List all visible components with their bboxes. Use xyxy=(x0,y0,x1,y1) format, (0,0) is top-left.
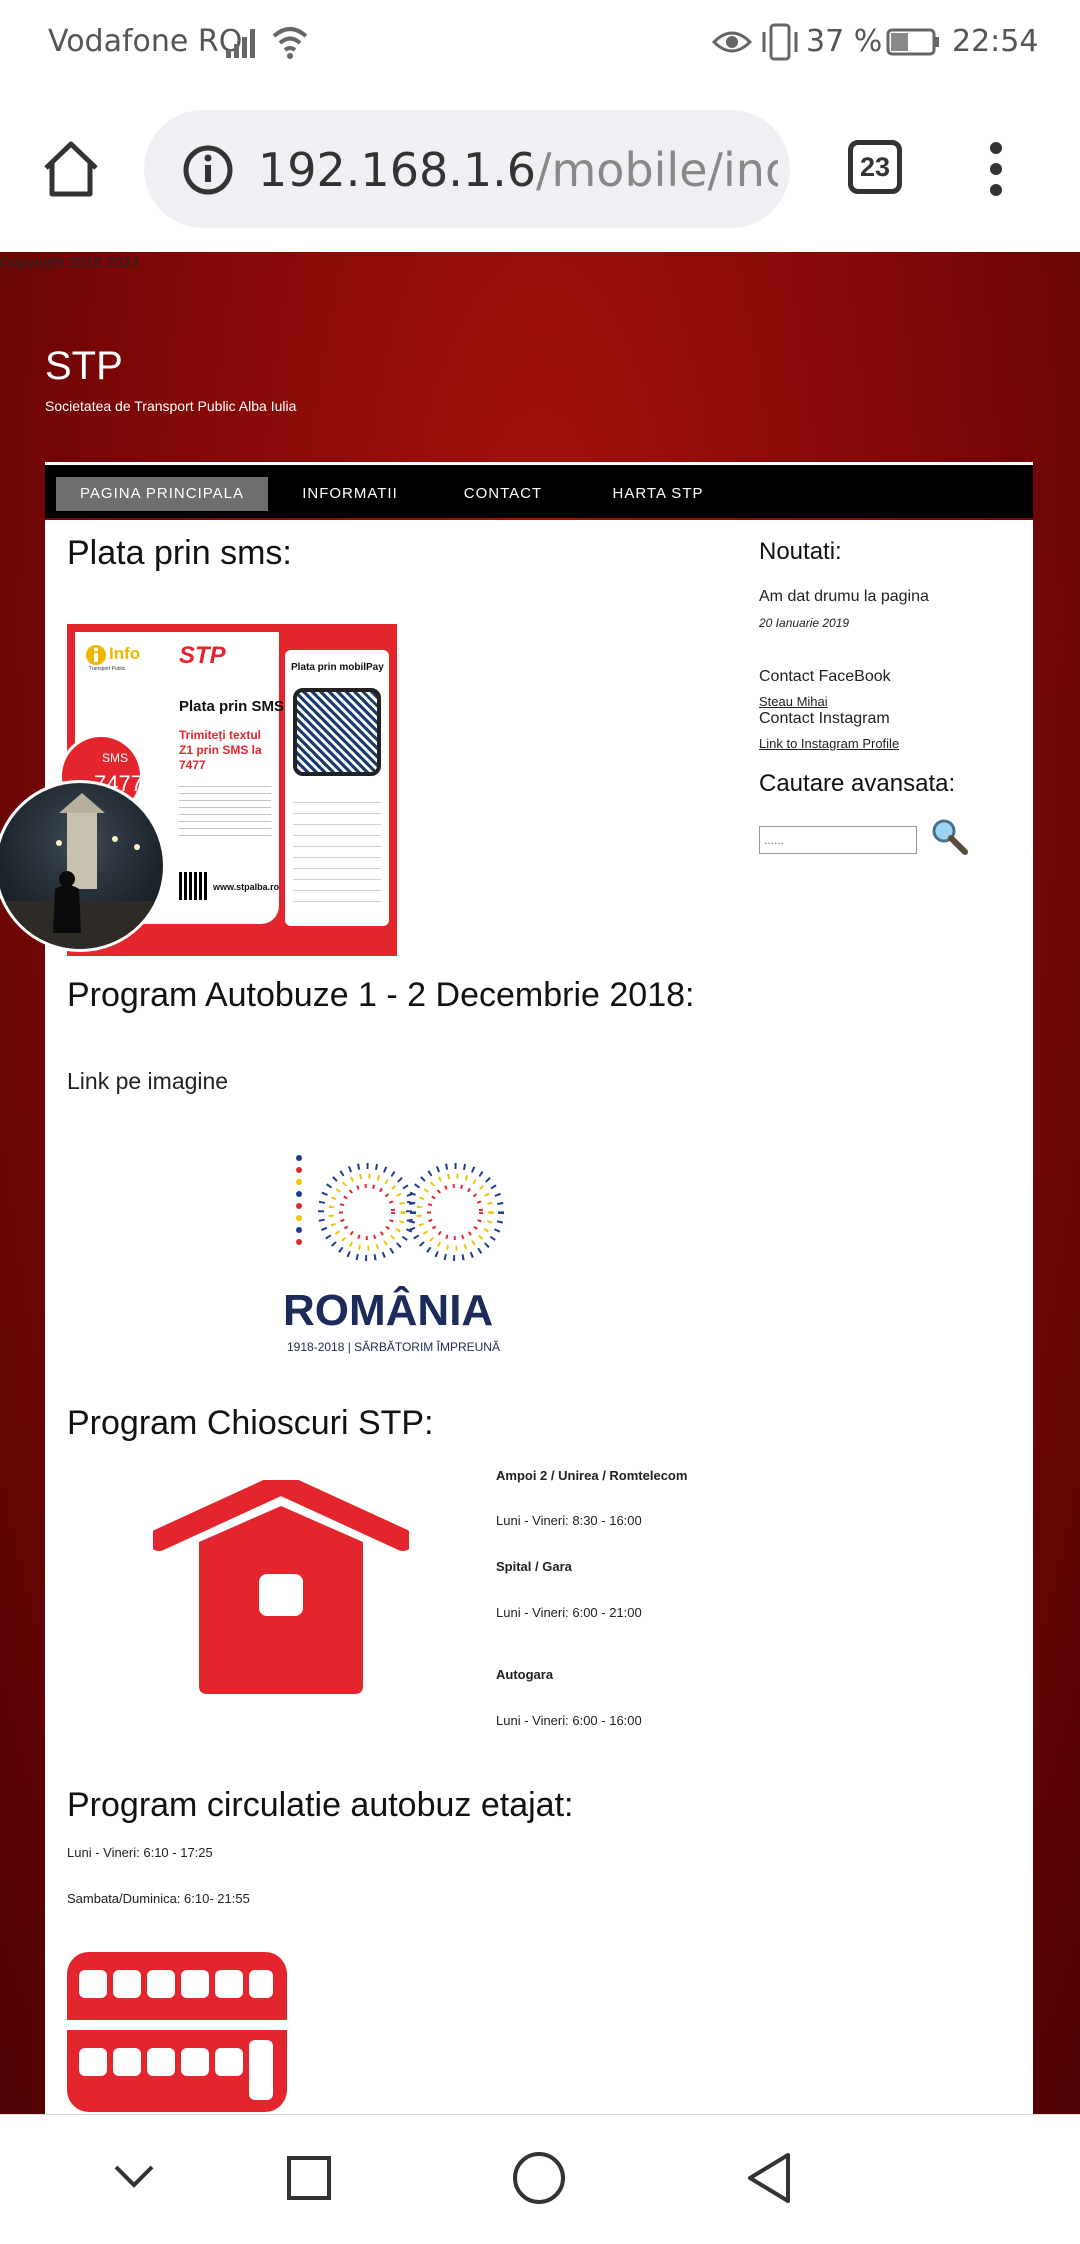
sms-image-title: Plata prin SMS xyxy=(179,698,285,715)
news-title: Noutati: xyxy=(759,538,842,565)
content-area: Plata prin sms: Info Transport Public ST… xyxy=(45,520,1033,2114)
nav-item-map[interactable]: HARTA STP xyxy=(602,477,714,511)
info-logo-icon xyxy=(86,645,106,665)
sms-steps-text xyxy=(179,780,271,842)
site-subtitle: Societatea de Transport Public Alba Iuli… xyxy=(45,398,297,414)
tabs-button[interactable]: 23 xyxy=(848,140,902,194)
sms-heading: Plata prin sms: xyxy=(67,534,292,572)
eye-comfort-icon xyxy=(712,31,752,53)
home-icon[interactable] xyxy=(40,138,102,200)
info-brand-sub: Transport Public xyxy=(89,666,126,672)
news-item: Am dat drumu la pagina xyxy=(759,588,929,605)
mobilpay-panel: Plata prin mobilPay xyxy=(285,650,389,926)
kiosk-name-1: Ampoi 2 / Unirea / Romtelecom xyxy=(496,1468,688,1483)
url-host: 192.168.1.6 xyxy=(258,144,536,196)
sms-label: SMS xyxy=(102,751,129,765)
home-circle-icon[interactable] xyxy=(512,2151,566,2205)
back-icon[interactable] xyxy=(744,2151,794,2205)
info-icon[interactable] xyxy=(182,144,234,196)
mobilpay-steps-text xyxy=(293,792,381,902)
search-input[interactable] xyxy=(759,826,917,854)
stp-brand: STP xyxy=(179,642,226,669)
program-heading: Program Autobuze 1 - 2 Decembrie 2018: xyxy=(67,976,695,1014)
web-page: Copyright 2019 2023 STP Societatea de Tr… xyxy=(0,252,1080,2114)
instagram-link[interactable]: Link to Instagram Profile xyxy=(759,736,899,751)
status-bar: Vodafone RO 37 % 22:54 xyxy=(0,0,1080,86)
romania-100-logo-icon xyxy=(296,1155,504,1261)
romania-tagline: 1918-2018 | SĂRBĂTORIM ÎMPREUNĂ xyxy=(287,1340,500,1354)
battery-percent: 37 % xyxy=(806,24,883,59)
nav-item-home[interactable]: PAGINA PRINCIPALA xyxy=(56,477,268,511)
site-title[interactable]: STP xyxy=(45,344,123,389)
info-brand: Info xyxy=(109,644,141,663)
romania-word: ROMÂNIA xyxy=(283,1286,494,1335)
kiosk-hours-1: Luni - Vineri: 8:30 - 16:00 xyxy=(496,1513,642,1528)
kiosk-hours-3: Luni - Vineri: 6:00 - 16:00 xyxy=(496,1713,642,1728)
main-nav: PAGINA PRINCIPALA INFORMATII CONTACT HAR… xyxy=(45,462,1033,518)
nav-item-info[interactable]: INFORMATII xyxy=(295,477,405,511)
avatar[interactable] xyxy=(0,780,166,952)
battery-icon xyxy=(886,28,939,56)
kiosk-hours-2: Luni - Vineri: 6:00 - 21:00 xyxy=(496,1605,642,1620)
sms-website: www.stpalba.ro xyxy=(213,882,280,892)
search-icon[interactable] xyxy=(929,816,969,856)
small-qr-code xyxy=(179,872,207,900)
collapse-icon[interactable] xyxy=(112,2161,156,2191)
image-link-text: Link pe imagine xyxy=(67,1068,229,1094)
nav-item-contact[interactable]: CONTACT xyxy=(455,477,551,511)
bus-hours-weekend: Sambata/Duminica: 6:10- 21:55 xyxy=(67,1891,250,1906)
wifi-icon xyxy=(272,27,308,59)
browser-toolbar: 192.168.1.6/mobile/ind 23 xyxy=(0,86,1080,252)
system-nav-bar xyxy=(0,2114,1080,2244)
double-decker-bus-icon xyxy=(67,1952,287,2112)
contact-instagram-label: Contact Instagram xyxy=(759,710,890,727)
kiosk-name-2: Spital / Gara xyxy=(496,1559,572,1574)
avatar-photo-icon xyxy=(0,793,163,949)
kiosk-heading: Program Chioscuri STP: xyxy=(67,1404,434,1442)
url-text[interactable]: 192.168.1.6/mobile/ind xyxy=(258,144,778,196)
mobilpay-qr-code xyxy=(293,688,381,776)
facebook-link[interactable]: Steau Mihai xyxy=(759,694,828,709)
romania-100-image[interactable]: 100 ROMÂNIA 1918-2018 | SĂRBĂTORIM ÎMPRE… xyxy=(283,1140,513,1372)
advanced-search-title: Cautare avansata: xyxy=(759,770,956,797)
contact-facebook-label: Contact FaceBook xyxy=(759,668,891,685)
vibrate-icon xyxy=(762,23,798,61)
clock: 22:54 xyxy=(952,24,1039,59)
news-date: 20 Ianuarie 2019 xyxy=(759,616,850,630)
bus-hours-weekday: Luni - Vineri: 6:10 - 17:25 xyxy=(67,1845,213,1860)
top-note: Copyright 2019 2023 xyxy=(0,254,140,271)
mobilpay-title: Plata prin mobilPay xyxy=(291,662,384,673)
address-bar[interactable]: 192.168.1.6/mobile/ind xyxy=(144,110,790,228)
kiosk-house-icon xyxy=(153,1480,409,1694)
menu-icon[interactable] xyxy=(986,140,1006,198)
carrier-name: Vodafone RO xyxy=(48,24,243,59)
url-path: /mobile/ind xyxy=(536,144,778,196)
kiosk-name-3: Autogara xyxy=(496,1667,554,1682)
signal-icon xyxy=(226,29,255,58)
sms-instruction: Trimiteți textul Z1 prin SMS la 7477 xyxy=(179,728,262,772)
recents-icon[interactable] xyxy=(286,2155,332,2201)
bus-heading: Program circulatie autobuz etajat: xyxy=(67,1786,574,1824)
